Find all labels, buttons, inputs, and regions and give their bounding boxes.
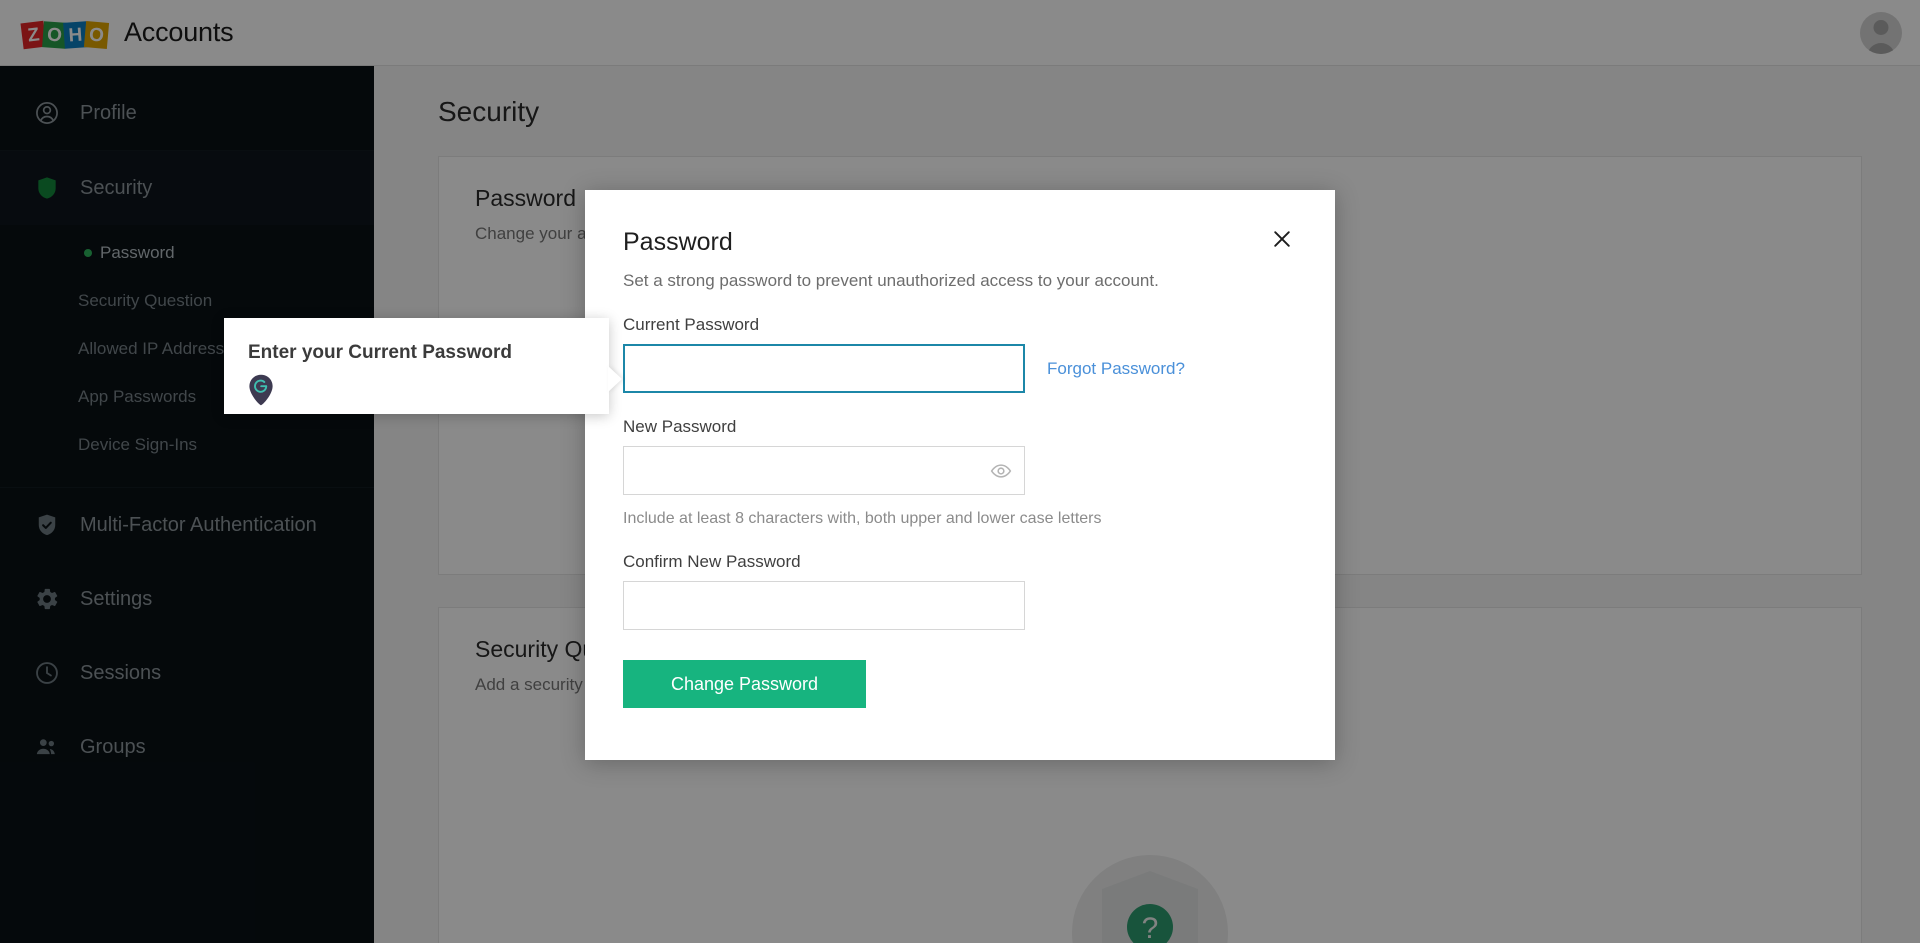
field-label-new-password: New Password xyxy=(623,417,737,436)
new-password-input-wrap xyxy=(623,446,1025,495)
close-icon[interactable] xyxy=(1265,222,1299,256)
current-password-input[interactable] xyxy=(623,344,1025,393)
field-label-current-password: Current Password xyxy=(623,315,760,334)
guide-tooltip-title: Enter your Current Password xyxy=(248,342,512,363)
new-password-input[interactable] xyxy=(623,446,1025,495)
password-modal-title: Password xyxy=(623,228,733,256)
guide-tooltip: Enter your Current Password xyxy=(224,318,622,414)
password-helper-text: Include at least 8 characters with, both… xyxy=(623,510,1102,527)
app-root: Z O H O Accounts Profile Security Passwo… xyxy=(0,0,1920,943)
forgot-password-link[interactable]: Forgot Password? xyxy=(1047,359,1185,379)
confirm-password-input-wrap xyxy=(623,581,1025,630)
field-new-password: New Password Include at least 8 characte… xyxy=(623,417,1285,528)
password-modal-subtitle: Set a strong password to prevent unautho… xyxy=(623,271,1159,290)
password-modal: Password Set a strong password to preven… xyxy=(585,190,1335,760)
password-modal-content: Password Set a strong password to preven… xyxy=(585,190,1335,760)
change-password-button[interactable]: Change Password xyxy=(623,660,866,708)
confirm-password-input[interactable] xyxy=(623,581,1025,630)
field-confirm-new-password: Confirm New Password xyxy=(623,552,1285,630)
field-label-confirm-new-password: Confirm New Password xyxy=(623,552,801,571)
guide-pin-icon xyxy=(248,374,274,406)
field-current-password: Current Password Forgot Password? xyxy=(623,315,1285,393)
field-row-current-password: Forgot Password? xyxy=(623,344,1285,393)
eye-icon[interactable] xyxy=(990,460,1012,482)
guide-tooltip-arrow xyxy=(608,366,622,392)
current-password-input-wrap xyxy=(623,344,1025,393)
